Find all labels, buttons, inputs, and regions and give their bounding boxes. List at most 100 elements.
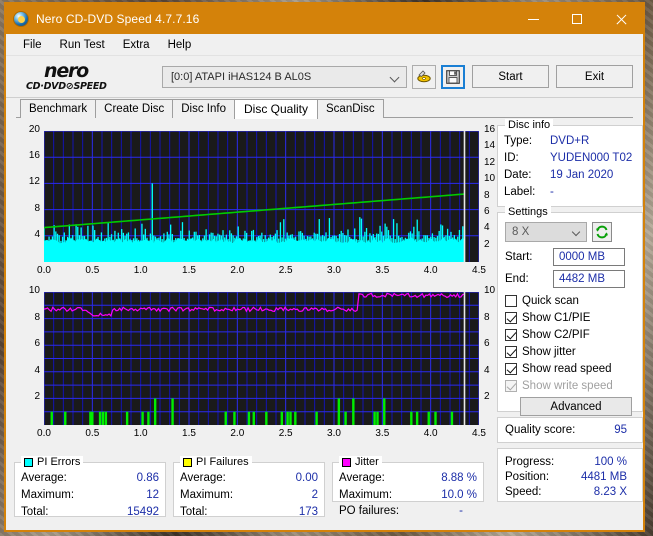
chart2-xtick: 1.0 xyxy=(133,428,148,439)
checkbox-show-c1-pie[interactable]: Show C1/PIE xyxy=(498,309,642,326)
chart2-ytick: 4 xyxy=(34,364,40,376)
jitter-maximum-value: 10.0 % xyxy=(441,489,477,501)
quality-score-panel: Quality score: 95 xyxy=(497,417,643,443)
tab-disc-info[interactable]: Disc Info xyxy=(172,99,235,118)
pi-failures-title: PI Failures xyxy=(180,456,252,468)
chart1-svg xyxy=(44,131,479,262)
checkbox-quick-scan[interactable]: Quick scan xyxy=(498,292,642,309)
checkbox-label: Show read speed xyxy=(522,362,612,375)
chart2-y2tick: 10 xyxy=(484,285,496,296)
tab-benchmark[interactable]: Benchmark xyxy=(20,99,97,118)
menu-file[interactable]: File xyxy=(14,37,51,53)
end-mb-value: 4482 MB xyxy=(559,273,606,285)
checkbox-show-c2-pif[interactable]: Show C2/PIF xyxy=(498,326,642,343)
chart1-ytick: 8 xyxy=(34,202,40,214)
end-mb-row: End: 4482 MB xyxy=(498,266,642,288)
nero-cd-dvd-speed-window: Nero CD-DVD Speed 4.7.7.16 File Run Test… xyxy=(4,2,645,532)
minimize-button[interactable] xyxy=(511,4,555,34)
pi-failures-total-value: 173 xyxy=(298,506,318,518)
tab-create-disc[interactable]: Create Disc xyxy=(95,99,174,118)
disc-id-value: YUDEN000 T02 xyxy=(550,152,633,164)
nero-logo-subtitle: CD·DVD⊘SPEED xyxy=(26,80,107,92)
chart2-xtick: 2.5 xyxy=(278,428,293,439)
jitter-average-key: Average: xyxy=(339,472,385,484)
pie-chart-plot[interactable] xyxy=(44,131,479,262)
jitter-average-value: 8.88 % xyxy=(441,472,477,484)
chart2-ytick: 8 xyxy=(34,311,40,323)
table-row: Average: 0.00 xyxy=(174,472,324,489)
pi-failures-average-key: Average: xyxy=(180,472,226,484)
window-title: Nero CD-DVD Speed 4.7.7.16 xyxy=(36,12,200,26)
save-results-button[interactable] xyxy=(441,64,465,89)
advanced-button[interactable]: Advanced xyxy=(520,397,632,416)
checkbox-label: Show C2/PIF xyxy=(522,328,590,341)
table-row: Type: DVD+R xyxy=(498,135,642,152)
maximize-button[interactable] xyxy=(555,4,599,34)
tab-scandisc[interactable]: ScanDisc xyxy=(317,99,384,118)
start-mb-value: 0000 MB xyxy=(559,251,606,263)
window-controls xyxy=(511,4,643,34)
pi-failures-maximum-key: Maximum: xyxy=(180,489,234,501)
menu-run-test[interactable]: Run Test xyxy=(51,37,114,53)
chart1-y2tick: 16 xyxy=(484,124,496,135)
close-button[interactable] xyxy=(599,4,643,34)
disc-type-key: Type: xyxy=(504,135,533,147)
table-row: Total: 15492 xyxy=(15,506,165,523)
toolbar: nero CD·DVD⊘SPEED [0:0] ATAPI iHAS124 B … xyxy=(6,56,643,98)
position-value: 4481 MB xyxy=(580,470,627,483)
checkbox-label: Show C1/PIE xyxy=(522,311,591,324)
table-row: Speed: 8.23 X xyxy=(498,484,642,499)
speed-select-value: 8 X xyxy=(512,226,530,238)
checkbox-show-read-speed[interactable]: Show read speed xyxy=(498,360,642,377)
menu-help[interactable]: Help xyxy=(159,37,201,53)
speed-select[interactable]: 8 X xyxy=(505,222,587,242)
exit-button[interactable]: Exit xyxy=(556,65,633,88)
start-mb-row: Start: 0000 MB xyxy=(498,242,642,266)
pi-errors-total-key: Total: xyxy=(21,506,49,518)
pif-jitter-chart-container: 2 4 6 8 10 2 4 6 8 10 0.0 0.5 1.0 1.5 2.0 2.5 3.0 3.5 4.0 4… xyxy=(14,285,496,454)
maximize-icon xyxy=(572,14,582,24)
disc-id-key: ID: xyxy=(504,152,519,164)
checkbox-icon xyxy=(505,328,517,341)
speed-key: Speed: xyxy=(505,485,542,498)
chart1-y2tick: 8 xyxy=(484,189,490,201)
chart2-y2tick: 4 xyxy=(484,364,490,376)
content-area: 4 8 12 16 20 2 4 6 8 10 12 14 16 0.0 0.5 1.0 1.5 2.0 2.5 3.… xyxy=(6,118,643,530)
tab-strip: Benchmark Create Disc Disc Info Disc Qua… xyxy=(6,98,643,119)
end-mb-label: End: xyxy=(505,273,529,285)
position-key: Position: xyxy=(505,470,550,483)
table-row: Average: 0.86 xyxy=(15,472,165,489)
close-icon xyxy=(615,13,627,25)
quality-score-value: 95 xyxy=(614,424,627,436)
progress-panel: Progress: 100 % Position: 4481 MB Speed:… xyxy=(497,448,643,502)
pi-errors-average-value: 0.86 xyxy=(136,472,159,484)
chart1-xtick: 1.0 xyxy=(133,265,148,276)
jitter-maximum-key: Maximum: xyxy=(339,489,393,501)
pi-errors-maximum-value: 12 xyxy=(146,489,159,501)
tab-disc-quality[interactable]: Disc Quality xyxy=(234,99,319,119)
start-mb-input[interactable]: 0000 MB xyxy=(553,248,625,266)
floppy-save-icon xyxy=(446,69,460,84)
pi-failures-average-value: 0.00 xyxy=(295,472,318,484)
start-button[interactable]: Start xyxy=(472,65,549,88)
chart2-ytick: 10 xyxy=(28,285,40,296)
end-mb-input[interactable]: 4482 MB xyxy=(553,270,625,288)
chart2-xtick: 3.0 xyxy=(327,428,341,439)
table-row: Average: 8.88 % xyxy=(333,472,483,489)
chart1-xtick: 2.5 xyxy=(278,265,293,276)
disc-label-value: - xyxy=(550,186,554,198)
checkbox-label: Quick scan xyxy=(522,294,579,307)
refresh-speed-button[interactable] xyxy=(592,222,612,242)
disc-label-key: Label: xyxy=(504,186,536,198)
info-column: Disc info Type: DVD+R ID: YUDEN000 T02 D… xyxy=(495,119,643,530)
chart2-ytick: 6 xyxy=(34,338,40,350)
drive-select[interactable]: [0:0] ATAPI iHAS124 B AL0S xyxy=(162,65,407,88)
chart1-y2tick: 14 xyxy=(484,140,496,152)
chart2-xtick: 3.5 xyxy=(375,428,390,439)
eject-disc-button[interactable] xyxy=(412,64,436,89)
menu-extra[interactable]: Extra xyxy=(114,37,159,53)
settings-panel: Settings 8 X Start: 0000 MB End: 4482 MB… xyxy=(497,206,643,416)
checkbox-show-jitter[interactable]: Show jitter xyxy=(498,343,642,360)
pif-jitter-chart-plot[interactable] xyxy=(44,292,479,425)
checkbox-icon xyxy=(505,311,517,324)
